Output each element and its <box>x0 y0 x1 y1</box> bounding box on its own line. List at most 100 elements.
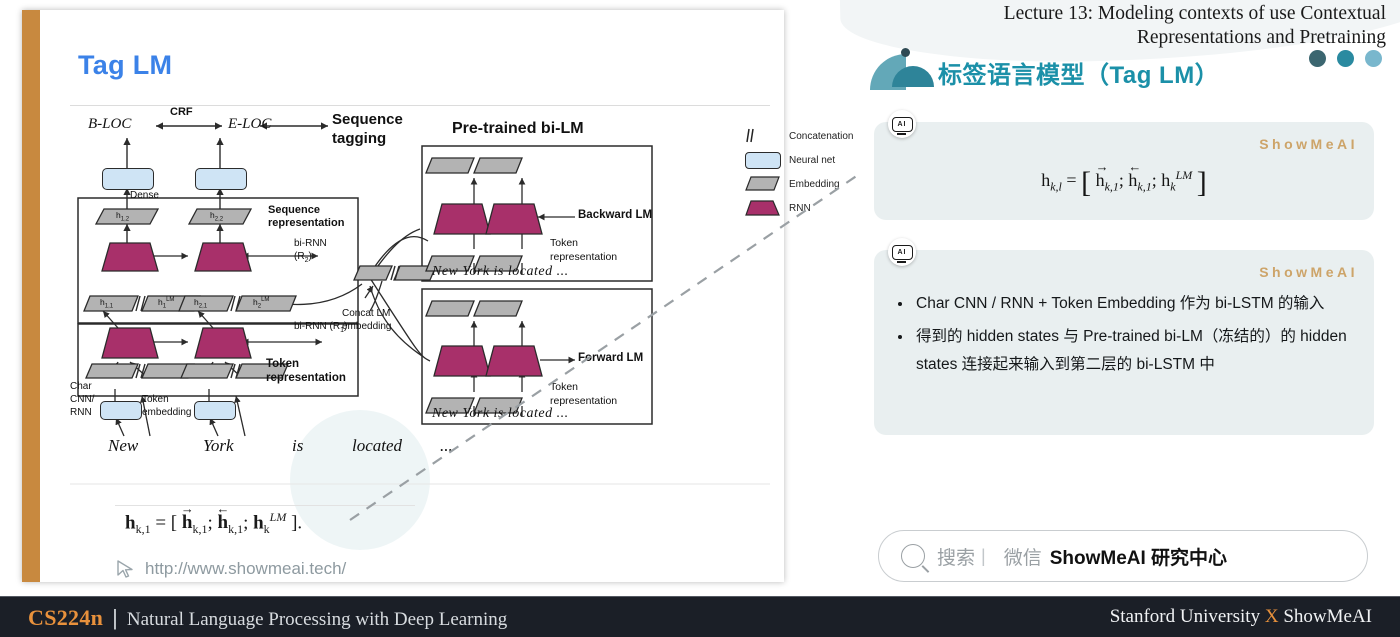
crf-label: CRF <box>170 106 193 118</box>
header-dot-1 <box>1309 50 1326 67</box>
header-dots <box>1309 50 1382 67</box>
search-separator: | <box>981 545 986 566</box>
search-wechat-label: 微信 <box>1003 547 1042 569</box>
dense-box-right <box>195 168 247 190</box>
token-embedding-label-line2: embedding <box>142 407 192 418</box>
token-rep-label-line1: Token <box>266 358 300 370</box>
hidden-h11: h1,1 <box>100 297 114 310</box>
birnn-r2-label-line1: bi-RNN <box>294 238 327 249</box>
right-panel: Lecture 13: Modeling contexts of use Con… <box>838 0 1400 596</box>
char-cnn-rnn-line3: RNN <box>70 407 92 418</box>
word-york: York <box>203 436 234 455</box>
embedding-icon <box>745 176 785 192</box>
url-text: http://www.showmeai.tech/ <box>145 559 347 578</box>
formula-card: AI ShowMeAI hk,l = [ h → k,1; h ← k,1; hkLM … <box>874 110 1374 220</box>
footer-x: X <box>1264 606 1279 627</box>
slide-accent-bar <box>22 10 40 582</box>
legend-item-rnn: RNN <box>745 198 865 218</box>
slide-frame: Tag LM B-LOC E-LOC CRF Sequence tagging … <box>22 10 854 582</box>
search-brand: ShowMeAI 研究中心 <box>1049 547 1228 569</box>
ai-badge-face: AI <box>891 116 913 135</box>
seq-rep-label-line1: Sequence <box>268 204 320 216</box>
hidden-h21: h2,1 <box>194 297 208 310</box>
lecture-title-line2: Representations and Pretraining <box>1136 27 1386 48</box>
token-rep-label-line2: representation <box>266 372 346 384</box>
lecture-title: Lecture 13: Modeling contexts of use Con… <box>866 2 1386 50</box>
list-item: Char CNN / RNN + Token Embedding 作为 bi-L… <box>894 290 1348 318</box>
formula-divider <box>115 505 415 506</box>
left-slide-area: Tag LM B-LOC E-LOC CRF Sequence tagging … <box>0 0 860 596</box>
ai-badge-icon-2: AI <box>888 238 916 266</box>
legend-item-neural-net: Neural net <box>745 150 865 170</box>
tag-e-loc: E-LOC <box>228 116 272 132</box>
word-located: located <box>352 436 403 455</box>
notes-card: AI ShowMeAI Char CNN / RNN + Token Embed… <box>874 238 1374 435</box>
rnn-icon <box>745 199 785 217</box>
pretrained-bilm-title: Pre-trained bi-LM <box>452 120 584 137</box>
showmeai-watermark-1: ShowMeAI <box>1259 136 1358 152</box>
bilm-token-rep-line2-top: representation <box>550 251 618 263</box>
sequence-tagging-label-line1: Sequence <box>332 111 403 128</box>
slide-formula: hk,1 = [ h → k,1; h ← k,1; hkLM ]. <box>125 501 303 537</box>
ai-badge-face-2: AI <box>891 244 913 263</box>
footer-bar: CS224n | Natural Language Processing wit… <box>0 596 1400 637</box>
slide-inner: Tag LM B-LOC E-LOC CRF Sequence tagging … <box>40 10 854 582</box>
search-input[interactable]: 搜索 | 微信 ShowMeAI 研究中心 <box>878 530 1368 582</box>
header-dot-2 <box>1337 50 1354 67</box>
word-is: is <box>292 436 304 455</box>
dense-label: Dense <box>130 190 159 201</box>
hidden-h22: h2,2 <box>210 210 224 223</box>
footer-divider: | <box>112 605 118 630</box>
legend-item-concatenation: Concatenation <box>745 126 865 146</box>
bilm-words-top: New York is located ... <box>432 264 569 279</box>
char-cnn-box-right <box>194 401 236 420</box>
legend-label-embedding: Embedding <box>789 178 840 190</box>
bilm-words-bottom: New York is located ... <box>432 406 569 421</box>
page-title: Tag LM <box>78 50 173 80</box>
concatenation-icon <box>745 128 785 144</box>
footer-course-code: CS224n <box>28 605 104 630</box>
cursor-icon <box>117 560 133 578</box>
bilm-token-rep-line1-bottom: Token <box>550 381 579 393</box>
legend-label-concatenation: Concatenation <box>789 130 854 142</box>
concat-lm-label-line2: embedding <box>342 321 392 332</box>
list-item: 得到的 hidden states 与 Pre-trained bi-LM（冻结… <box>894 323 1348 379</box>
url-watermark-row: http://www.showmeai.tech/ <box>115 558 346 580</box>
legend-label-rnn: RNN <box>789 202 811 214</box>
tag-b-loc: B-LOC <box>88 116 132 132</box>
footer-brand: ShowMeAI <box>1278 606 1372 627</box>
birnn-r2-label-line2: (R2) <box>294 251 312 264</box>
search-icon <box>901 544 925 568</box>
footer-left: CS224n | Natural Language Processing wit… <box>28 605 507 631</box>
header-dot-3 <box>1365 50 1382 67</box>
sequence-tagging-label-line2: tagging <box>332 130 387 147</box>
backward-lm-label: Backward LM <box>578 209 653 221</box>
showmeai-watermark-2: ShowMeAI <box>1259 264 1358 280</box>
decoration-dot <box>901 48 910 57</box>
bilm-token-rep-line1-top: Token <box>550 237 579 249</box>
char-cnn-box-left <box>100 401 142 420</box>
lecture-title-line1: Lecture 13: Modeling contexts of use Con… <box>1003 3 1386 24</box>
word-new: New <box>108 436 139 455</box>
hidden-h2lm: h2LM <box>253 297 270 310</box>
word-ellipsis: ... <box>440 436 453 455</box>
footer-right: Stanford University X ShowMeAI <box>1110 606 1372 628</box>
ai-badge-icon: AI <box>888 110 916 138</box>
legend-item-embedding: Embedding <box>745 174 865 194</box>
header-decoration <box>870 48 934 90</box>
token-embedding-label-line1: Token <box>142 394 169 405</box>
section-title-cn: 标签语言模型（Tag LM） <box>938 62 1220 89</box>
search-placeholder: 搜索 <box>937 547 976 569</box>
diagram-legend: Concatenation Neural net Embedding RNN <box>745 126 865 222</box>
concat-lm-label-line1: Concat LM <box>342 308 391 319</box>
dense-box-left <box>102 168 154 190</box>
slide-canvas: Tag LM B-LOC E-LOC CRF Sequence tagging … <box>0 0 1400 637</box>
forward-lm-label: Forward LM <box>578 352 644 364</box>
birnn-r1-label: bi-RNN (R1) <box>294 321 348 334</box>
neural-net-icon <box>745 151 785 169</box>
char-cnn-rnn-line1: Char <box>70 381 92 392</box>
legend-label-neural-net: Neural net <box>789 154 836 166</box>
hidden-h12: h1,2 <box>116 210 130 223</box>
tag-lm-diagram: B-LOC E-LOC CRF Sequence tagging Dense S… <box>70 105 854 496</box>
footer-course-name: Natural Language Processing with Deep Le… <box>126 609 508 630</box>
